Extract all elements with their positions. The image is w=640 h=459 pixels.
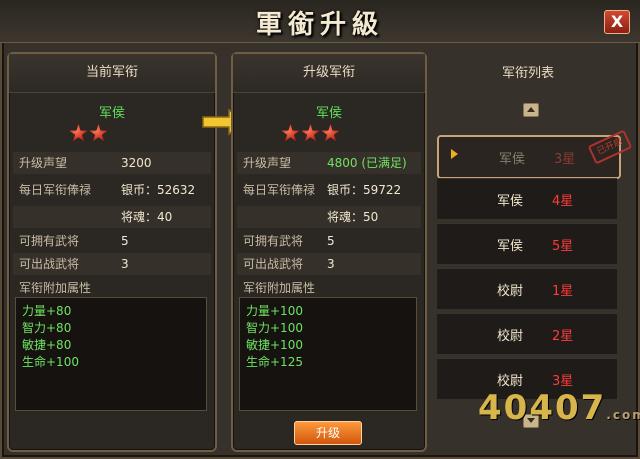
field-value: 银币：52632 [121,183,196,197]
scroll-up-button[interactable] [523,103,539,117]
rank-list-name: 军侯 [497,194,524,209]
field-label: 可拥有武将 [243,234,304,248]
rank-list-star: 5星 [552,239,574,254]
field-label: 可拥有武将 [19,234,80,248]
attr-line: 敏捷+100 [246,338,303,352]
star-icon [69,124,88,142]
upgrade-button[interactable]: 升级 [294,421,362,445]
field-value: 5 [121,234,129,248]
chevron-up-icon [527,107,535,112]
current-battle-generals-row: 可出战武将 3 [13,253,211,275]
current-rank-panel: 当前军衔 军侯 升级声望 3200 每日军衔俸禄 银币：52632 将魂：40 … [7,52,217,452]
attr-line: 生命+125 [246,355,303,369]
current-salary-row: 每日军衔俸禄 银币：52632 [13,179,211,201]
next-rank-stars [281,124,341,144]
next-salary-row: 每日军衔俸禄 银币：59722 [237,179,421,201]
star-icon [281,124,300,142]
field-value: 将魂：40 [121,210,173,224]
field-value: 3 [327,257,335,271]
attr-title: 军衔附加属性 [19,281,92,295]
rank-list-name: 校尉 [497,374,524,389]
rank-list-name: 校尉 [497,329,524,344]
star-icon [301,124,320,142]
field-label: 升级声望 [243,156,292,170]
current-rank-header: 当前军衔 [9,54,215,93]
field-value: 将魂：50 [327,210,379,224]
rank-list-star: 4星 [552,194,574,209]
attr-line: 力量+100 [246,304,303,318]
rank-list-star: 3星 [554,152,576,167]
next-rank-header: 升级军衔 [233,54,425,93]
star-icon [321,124,340,142]
field-value: 3 [121,257,129,271]
field-value: 银币：59722 [327,183,402,197]
rank-list-star: 1星 [552,284,574,299]
star-icon [89,124,108,142]
next-attr-box: 力量+100 智力+100 敏捷+100 生命+125 [239,297,417,411]
current-reputation-row: 升级声望 3200 [13,152,211,174]
field-label: 升级声望 [19,156,68,170]
next-owned-generals-row: 可拥有武将 5 [237,230,421,252]
close-button[interactable]: X [604,10,630,34]
attr-line: 力量+80 [22,304,72,318]
window-title: 軍銜升級 [255,10,384,40]
next-soul-row: 将魂：50 [237,206,421,228]
next-battle-generals-row: 可出战武将 3 [237,253,421,275]
attr-title: 军衔附加属性 [243,281,316,295]
attr-line: 生命+100 [22,355,79,369]
rank-list-star: 3星 [552,374,574,389]
rank-list-item[interactable]: 校尉 2星 [437,313,617,354]
next-attr-title-row: 军衔附加属性 [237,277,421,299]
field-value: 4800 (已满足) [327,156,407,170]
rank-list-name: 军侯 [497,239,524,254]
field-label: 每日军衔俸禄 [19,183,92,197]
caret-right-icon [451,149,458,159]
field-label: 可出战武将 [19,257,80,271]
next-reputation-row: 升级声望 4800 (已满足) [237,152,421,174]
current-attr-box: 力量+80 智力+80 敏捷+80 生命+100 [15,297,207,411]
current-rank-name: 军侯 [98,106,125,121]
rank-list-header: 军衔列表 [501,66,554,81]
field-value: 3200 [121,156,152,170]
current-soul-row: 将魂：40 [13,206,211,228]
rank-list-item[interactable]: 军侯 4星 [437,178,617,219]
rank-list-star: 2星 [552,329,574,344]
attr-line: 智力+100 [246,321,303,335]
current-attr-title-row: 军衔附加属性 [13,277,211,299]
rank-upgrade-window: 軍銜升級 X 当前军衔 军侯 升级声望 3200 每日军衔俸禄 银币：52632… [0,0,640,459]
rank-list-name: 军侯 [499,152,526,167]
current-owned-generals-row: 可拥有武将 5 [13,230,211,252]
current-rank-stars [69,124,109,144]
title-bar: 軍銜升級 X [0,0,640,43]
site-watermark: 40407.com [478,388,640,428]
field-label: 可出战武将 [243,257,304,271]
attr-line: 智力+80 [22,321,72,335]
rank-list-item[interactable]: 校尉 1星 [437,268,617,309]
field-value: 5 [327,234,335,248]
next-rank-name: 军侯 [315,106,342,121]
watermark-text: 40407 [478,388,607,428]
next-rank-panel: 升级军衔 军侯 升级声望 4800 (已满足) 每日军衔俸禄 银币：59722 … [231,52,427,452]
rank-list-item[interactable]: 军侯 5星 [437,223,617,264]
attr-line: 敏捷+80 [22,338,72,352]
rank-list-name: 校尉 [497,284,524,299]
field-label: 每日军衔俸禄 [243,183,316,197]
watermark-suffix: .com [606,408,640,422]
